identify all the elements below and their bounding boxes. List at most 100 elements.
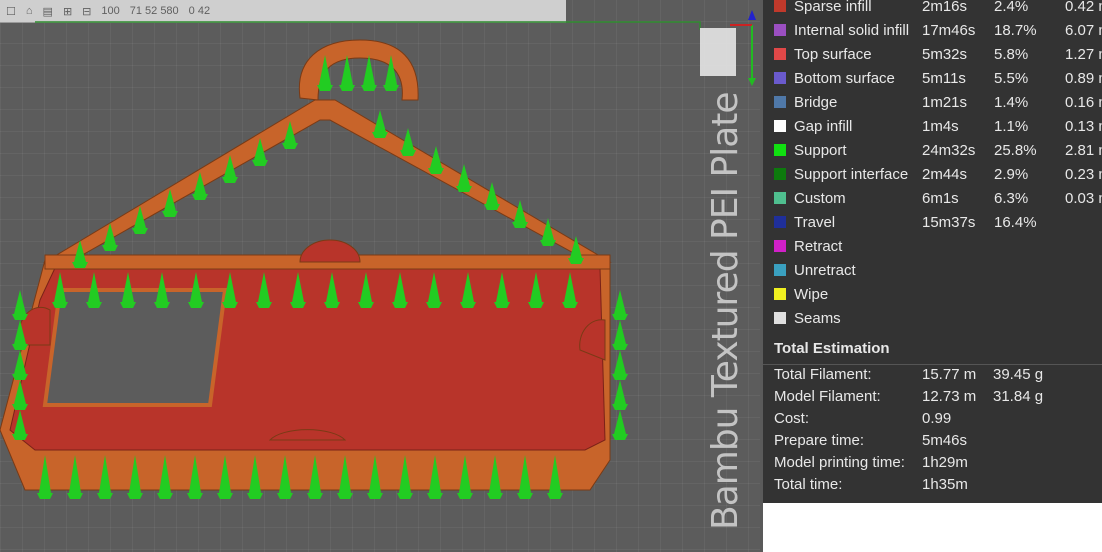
legend-label: Gap infill bbox=[794, 117, 853, 135]
legend-percent: 1.4% bbox=[994, 93, 1029, 111]
support-tree bbox=[612, 380, 628, 410]
legend-row[interactable]: Internal solid infill 17m46s 18.7% 6.07 m bbox=[763, 19, 1102, 41]
3d-viewport[interactable]: ☐ ⌂ ▤ ⊞ ⊟ 100 71 52 580 0 42 Bambu Textured P bbox=[0, 0, 760, 552]
legend-swatch bbox=[774, 72, 786, 84]
legend-row[interactable]: Travel 15m37s 16.4% bbox=[763, 211, 1102, 233]
plate-edge bbox=[35, 21, 701, 30]
estimation-key: Total time: bbox=[774, 476, 843, 493]
legend-row[interactable]: Support 24m32s 25.8% 2.81 m bbox=[763, 139, 1102, 161]
legend-time: 15m37s bbox=[922, 213, 976, 231]
legend-label: Sparse infill bbox=[794, 0, 872, 15]
legend-label: Top surface bbox=[794, 45, 872, 63]
legend-label: Support interface bbox=[794, 165, 909, 183]
legend-swatch bbox=[774, 288, 786, 300]
legend-length: 0.16 m bbox=[1065, 93, 1102, 111]
legend-percent: 5.5% bbox=[994, 69, 1029, 87]
divider bbox=[763, 364, 1102, 365]
legend-row[interactable]: Bridge 1m21s 1.4% 0.16 m bbox=[763, 91, 1102, 113]
estimation-value: 0.99 bbox=[922, 410, 952, 427]
estimation-value: 5m46s bbox=[922, 432, 968, 449]
estimation-weight: 39.45 g bbox=[993, 366, 1044, 383]
support-tree bbox=[612, 350, 628, 380]
legend-row[interactable]: Bottom surface 5m11s 5.5% 0.89 m bbox=[763, 67, 1102, 89]
estimation-row: Total time: 1h35m bbox=[774, 476, 1102, 498]
model-render bbox=[0, 21, 701, 499]
legend-label: Travel bbox=[794, 213, 836, 231]
legend-percent: 6.3% bbox=[994, 189, 1029, 207]
legend-label: Bottom surface bbox=[794, 69, 895, 87]
legend-time: 2m16s bbox=[922, 0, 968, 15]
legend-percent: 2.9% bbox=[994, 165, 1029, 183]
estimation-row: Prepare time: 5m46s bbox=[774, 432, 1102, 454]
model-hanger-loop bbox=[298, 39, 419, 101]
estimation-key: Total Filament: bbox=[774, 366, 872, 383]
legend-time: 2m44s bbox=[922, 165, 968, 183]
legend-percent: 25.8% bbox=[994, 141, 1037, 159]
plate-label: Bambu Textured PEI Plate bbox=[705, 92, 746, 530]
legend-swatch bbox=[774, 48, 786, 60]
legend-swatch bbox=[774, 24, 786, 36]
estimation-key: Cost: bbox=[774, 410, 810, 427]
legend-label: Internal solid infill bbox=[794, 21, 910, 39]
legend-swatch bbox=[774, 96, 786, 108]
legend-row[interactable]: Wipe bbox=[763, 283, 1102, 305]
legend-row[interactable]: Support interface 2m44s 2.9% 0.23 m bbox=[763, 163, 1102, 185]
legend-row[interactable]: Gap infill 1m4s 1.1% 0.13 m bbox=[763, 115, 1102, 137]
estimation-row: Model printing time: 1h29m bbox=[774, 454, 1102, 476]
legend-label: Wipe bbox=[794, 285, 829, 303]
legend-length: 6.07 m bbox=[1065, 21, 1102, 39]
legend-percent: 5.8% bbox=[994, 45, 1029, 63]
legend-swatch bbox=[774, 192, 786, 204]
legend-percent: 18.7% bbox=[994, 21, 1037, 39]
legend-swatch bbox=[774, 264, 786, 276]
legend-time: 1m21s bbox=[922, 93, 968, 111]
support-tree bbox=[612, 290, 628, 320]
legend-swatch bbox=[774, 144, 786, 156]
legend-length: 0.23 m bbox=[1065, 165, 1102, 183]
estimation-key: Prepare time: bbox=[774, 432, 865, 449]
legend-row[interactable]: Sparse infill 2m16s 2.4% 0.42 m bbox=[763, 0, 1102, 17]
estimation-weight: 31.84 g bbox=[993, 388, 1044, 405]
legend-row[interactable]: Seams bbox=[763, 307, 1102, 329]
legend-time: 17m46s bbox=[922, 21, 976, 39]
legend-swatch bbox=[774, 312, 786, 324]
support-tree bbox=[612, 410, 628, 440]
estimation-key: Model printing time: bbox=[774, 454, 905, 471]
panel-background bbox=[763, 503, 1102, 552]
legend-swatch bbox=[774, 120, 786, 132]
legend-time: 5m32s bbox=[922, 45, 968, 63]
support-tree bbox=[612, 320, 628, 350]
legend-length: 0.03 m bbox=[1065, 189, 1102, 207]
legend-swatch bbox=[774, 0, 786, 12]
estimation-row: Cost: 0.99 bbox=[774, 410, 1102, 432]
estimation-row: Total Filament: 15.77 m 39.45 g bbox=[774, 366, 1102, 388]
legend-row[interactable]: Custom 6m1s 6.3% 0.03 m bbox=[763, 187, 1102, 209]
support-tree bbox=[12, 290, 28, 320]
legend-time: 5m11s bbox=[922, 69, 966, 87]
support-tree bbox=[361, 55, 377, 91]
legend-length: 2.81 m bbox=[1065, 141, 1102, 159]
legend-label: Bridge bbox=[794, 93, 838, 111]
legend-percent: 16.4% bbox=[994, 213, 1037, 231]
legend-row[interactable]: Unretract bbox=[763, 259, 1102, 281]
legend-panel: Sparse infill 2m16s 2.4% 0.42 m Internal sol… bbox=[763, 0, 1102, 503]
legend-swatch bbox=[774, 240, 786, 252]
legend-length: 0.13 m bbox=[1065, 117, 1102, 135]
legend-time: 24m32s bbox=[922, 141, 976, 159]
axes-gizmo[interactable] bbox=[700, 0, 760, 90]
legend-label: Unretract bbox=[794, 261, 856, 279]
legend-label: Seams bbox=[794, 309, 841, 327]
legend-row[interactable]: Top surface 5m32s 5.8% 1.27 m bbox=[763, 43, 1102, 65]
legend-label: Retract bbox=[794, 237, 843, 255]
legend-row[interactable]: Retract bbox=[763, 235, 1102, 257]
legend-percent: 2.4% bbox=[994, 0, 1029, 15]
legend-label: Support bbox=[794, 141, 847, 159]
legend-swatch bbox=[774, 216, 786, 228]
legend-length: 0.42 m bbox=[1065, 0, 1102, 15]
model-semicircle-top bbox=[299, 239, 361, 263]
estimation-value: 1h29m bbox=[922, 454, 968, 471]
legend-percent: 1.1% bbox=[994, 117, 1029, 135]
legend-time: 1m4s bbox=[922, 117, 959, 135]
estimation-value: 1h35m bbox=[922, 476, 968, 493]
estimation-value: 12.73 m bbox=[922, 388, 977, 405]
